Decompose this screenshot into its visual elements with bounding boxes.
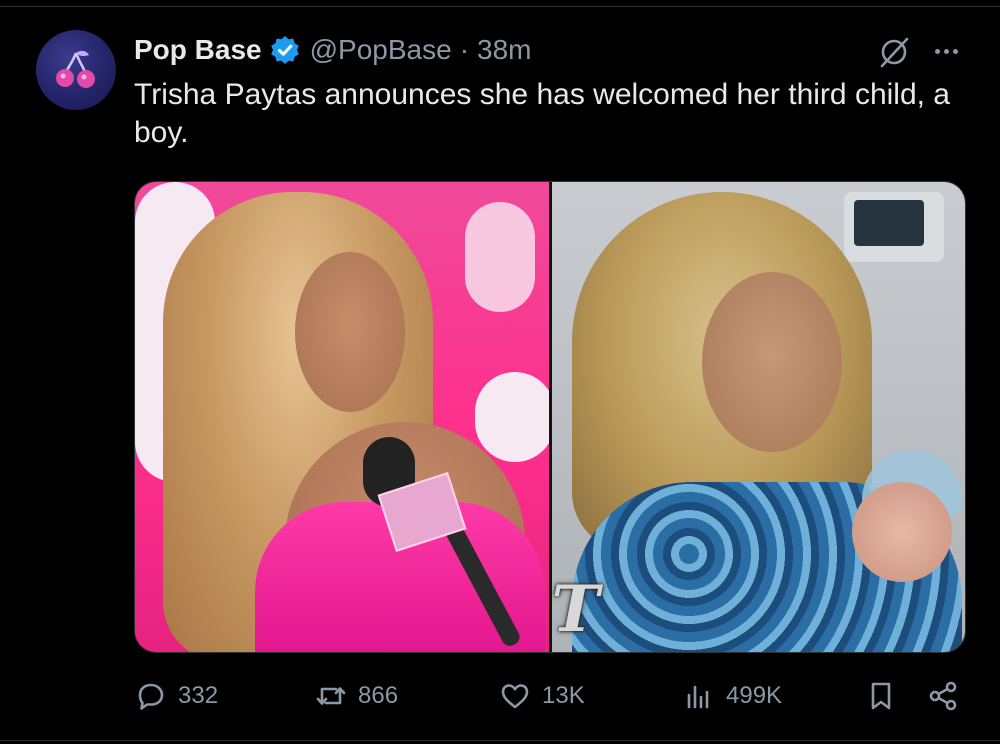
like-button[interactable]: 13K — [498, 676, 585, 716]
photo-left[interactable] — [135, 182, 549, 652]
post-timestamp[interactable]: 38m — [477, 34, 531, 66]
reply-button[interactable]: 332 — [134, 676, 218, 716]
share-button[interactable] — [926, 676, 960, 716]
share-icon — [929, 681, 957, 711]
like-count: 13K — [542, 682, 585, 709]
photo-right[interactable]: T — [551, 182, 965, 652]
action-bar: 332 866 13K 499K — [134, 676, 964, 716]
backdrop-fluff — [475, 372, 549, 462]
media-grid: T — [134, 181, 966, 653]
separator-dot: · — [459, 34, 470, 65]
reply-icon — [138, 683, 164, 710]
newborn — [851, 482, 952, 582]
media-logo-watermark: T — [551, 572, 604, 647]
face — [701, 272, 842, 452]
grok-button[interactable] — [876, 34, 912, 70]
repost-button[interactable]: 866 — [314, 676, 398, 716]
repost-count: 866 — [358, 682, 399, 709]
avatar[interactable] — [36, 30, 116, 110]
views-count: 499K — [726, 682, 783, 709]
cherry-icon — [56, 50, 95, 88]
repost-icon — [316, 687, 346, 705]
bottom-divider — [0, 740, 1000, 741]
grok-icon — [880, 37, 909, 68]
bookmark-button[interactable] — [864, 676, 898, 716]
monitor-screen — [853, 200, 924, 246]
bookmark-icon — [871, 682, 891, 710]
analytics-icon — [687, 685, 709, 709]
face — [295, 252, 405, 412]
views-button[interactable]: 499K — [682, 676, 782, 716]
top-divider — [0, 6, 1000, 7]
backdrop-fluff — [465, 202, 535, 312]
heart-icon — [501, 684, 529, 709]
author-display-name[interactable]: Pop Base — [134, 34, 262, 66]
author-handle[interactable]: @PopBase — [310, 34, 452, 66]
verified-badge-icon — [270, 35, 300, 65]
more-options-icon[interactable] — [928, 36, 964, 66]
reply-count: 332 — [178, 682, 219, 709]
post-text: Trisha Paytas announces she has welcomed… — [134, 78, 950, 149]
post-header: Pop Base @PopBase · 38m — [134, 30, 531, 70]
